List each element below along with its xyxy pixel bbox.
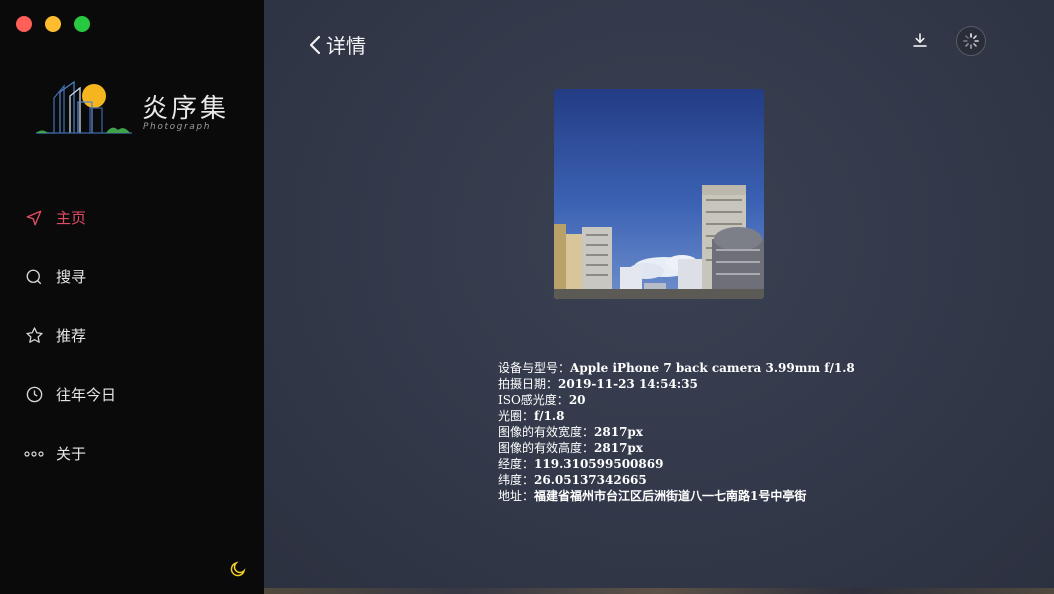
- city-buildings-photo: [554, 89, 764, 299]
- theme-toggle-button[interactable]: [229, 560, 249, 580]
- detail-row-aperture: 光圈：f/1.8: [498, 409, 565, 423]
- city-skyline-logo-icon: [36, 80, 132, 134]
- sidebar-item-label: 往年今日: [56, 386, 117, 404]
- sidebar-item-label: 推荐: [56, 327, 87, 345]
- download-button[interactable]: [911, 31, 931, 51]
- detail-row-iso: ISO感光度：20: [498, 393, 586, 407]
- detail-row-address: 地址：福建省福州市台江区后洲街道八一七南路1号中亭街: [498, 489, 807, 503]
- search-icon: [24, 267, 44, 287]
- brand-subtitle: Photograph: [143, 122, 212, 132]
- photo-image[interactable]: [554, 89, 764, 299]
- detail-row-width: 图像的有效宽度：2817px: [498, 425, 643, 439]
- sidebar-item-label: 关于: [56, 445, 87, 463]
- sidebar-item-label: 主页: [56, 209, 87, 227]
- sidebar-item-about[interactable]: 关于: [0, 424, 264, 483]
- loading-button[interactable]: [956, 26, 986, 56]
- close-window-button[interactable]: [16, 16, 32, 32]
- sidebar-item-recommend[interactable]: 推荐: [0, 306, 264, 365]
- detail-row-date: 拍摄日期：2019-11-23 14:54:35: [498, 377, 698, 391]
- detail-row-longitude: 经度：119.310599500869: [498, 457, 664, 471]
- spinner-icon: [963, 33, 979, 49]
- brand-title: 炎序集: [142, 94, 230, 124]
- sidebar-item-home[interactable]: 主页: [0, 188, 264, 247]
- moon-icon: [230, 561, 246, 577]
- detail-row-latitude: 纬度：26.05137342665: [498, 473, 647, 487]
- maximize-window-button[interactable]: [74, 16, 90, 32]
- detail-row-device: 设备与型号：Apple iPhone 7 back camera 3.99mm …: [498, 361, 855, 375]
- chevron-left-icon: [309, 35, 321, 54]
- clock-icon: [24, 385, 44, 405]
- sidebar: 炎序集 Photograph 主页 搜寻 推荐 往年今日 关于: [0, 0, 264, 594]
- star-icon: [24, 326, 44, 346]
- sidebar-item-search[interactable]: 搜寻: [0, 247, 264, 306]
- detail-panel: 详情 设备与型号：Apple iPhone 7 back camera 3.99…: [264, 0, 1054, 594]
- app-logo: 炎序集 Photograph: [34, 78, 234, 138]
- photo-exif-details: 设备与型号：Apple iPhone 7 back camera 3.99mm …: [498, 360, 855, 504]
- page-title: 详情: [326, 34, 366, 58]
- sidebar-item-on-this-day[interactable]: 往年今日: [0, 365, 264, 424]
- window-controls: [16, 16, 90, 32]
- minimize-window-button[interactable]: [45, 16, 61, 32]
- detail-row-height: 图像的有效高度：2817px: [498, 441, 643, 455]
- back-button[interactable]: 详情: [308, 30, 366, 59]
- download-icon: [913, 33, 927, 47]
- sidebar-item-label: 搜寻: [56, 268, 87, 286]
- navigation-arrow-icon: [24, 208, 44, 228]
- sidebar-nav: 主页 搜寻 推荐 往年今日 关于: [0, 188, 264, 483]
- more-dots-icon: [24, 444, 44, 464]
